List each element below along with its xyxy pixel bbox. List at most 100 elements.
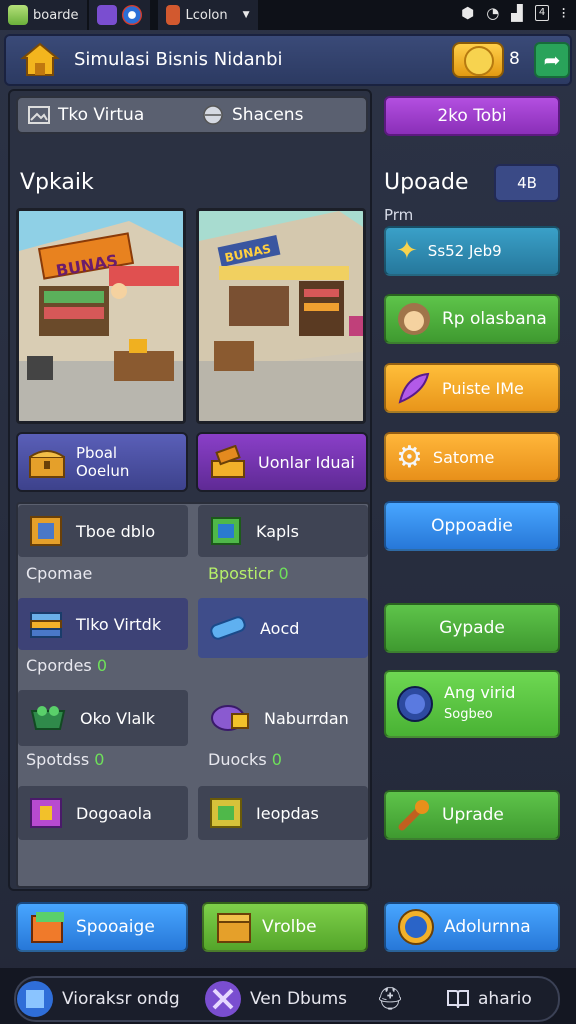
nav-label: ahario: [478, 989, 532, 1009]
cube-nav-icon: [17, 981, 53, 1017]
coin-counter[interactable]: [452, 42, 504, 78]
blue-bar-icon: [210, 616, 246, 640]
item-slot[interactable]: Aocd: [198, 598, 368, 658]
item-label: Aocd: [260, 618, 300, 638]
item-slot[interactable]: Dogoaola: [18, 786, 188, 840]
image-icon: [28, 106, 50, 124]
yellow-crate-icon: [210, 798, 242, 828]
home-logo-icon[interactable]: [20, 41, 60, 79]
status-icons: ⬢ ◔ ▟ 4 ⁝: [461, 4, 566, 22]
nav-item-1[interactable]: Vioraksr ondg: [16, 980, 180, 1018]
item-count: 0: [96, 656, 108, 675]
share-button[interactable]: ➦: [534, 42, 570, 78]
item-caption: Cpordes 0: [26, 656, 107, 675]
item-count: 0: [94, 750, 105, 769]
item-caption-text: Duocks: [208, 750, 267, 769]
button-label: Rp olasbana: [442, 309, 547, 329]
card-2-button-label: Uonlar Iduai: [258, 452, 355, 472]
nav-item-2[interactable]: Ven Dbums: [204, 980, 347, 1018]
item-label: Dogoaola: [76, 803, 152, 823]
card-1-button[interactable]: Pboal Ooelun: [16, 432, 188, 492]
item-label: Oko Vlalk: [80, 708, 156, 728]
status-app-3[interactable]: Lcolon ▼: [157, 0, 258, 30]
shop-card-1[interactable]: BUNAS: [16, 208, 186, 424]
item-caption: Cpomae: [26, 564, 93, 583]
treasure-chest-icon: [29, 450, 65, 478]
button-label: Spooaige: [76, 917, 155, 937]
status-bar: boarde Lcolon ▼ ⬢ ◔ ▟ 4 ⁝: [0, 0, 576, 30]
button-label: Puiste IMe: [442, 378, 524, 398]
item-count: 0: [278, 564, 289, 583]
right-section-title: Upoade: [384, 170, 469, 195]
upgrade-tools-button[interactable]: Uprade: [384, 790, 560, 840]
purple-crate-icon: [30, 798, 62, 828]
cube-app-icon: [8, 5, 28, 25]
settings-button[interactable]: ⚙ Satome: [384, 432, 560, 482]
tab-stations[interactable]: Shacens: [202, 98, 303, 132]
item-slot[interactable]: Tlko Virtdk: [18, 598, 188, 650]
virtual-globe-button[interactable]: Ang virid Sogbeo: [384, 670, 560, 738]
item-slot[interactable]: Ieopdas: [198, 786, 368, 840]
card-1-button-line1: Pboal: [76, 444, 118, 462]
nav-item-3[interactable]: ⛑: [376, 980, 404, 1018]
item-slot[interactable]: Kapls: [198, 505, 368, 557]
tab-virtual[interactable]: Tko Virtua: [28, 98, 144, 132]
signal-icon: ▟: [511, 4, 523, 22]
upgrade-blue-button[interactable]: Oppoadie: [384, 501, 560, 551]
upgrade-stars-button[interactable]: ✦ Ss52 Jeb9: [384, 226, 560, 276]
card-2-button[interactable]: Uonlar Iduai: [196, 432, 368, 492]
green-cart-icon: [30, 706, 66, 730]
wrench-icon: [398, 800, 429, 831]
feather-button[interactable]: Puiste IMe: [384, 363, 560, 413]
settings-dots-icon[interactable]: ⁝: [561, 4, 566, 22]
item-label: Kapls: [256, 521, 299, 541]
tab-label: Shacens: [232, 105, 304, 125]
promo-button[interactable]: 2ko Tobi: [384, 96, 560, 136]
item-caption: Duocks 0: [208, 750, 282, 769]
status-app-1[interactable]: boarde: [0, 0, 87, 30]
coin-value: 8: [509, 49, 520, 69]
bottom-button-2[interactable]: Vrolbe: [202, 902, 368, 952]
item-caption-text: Bposticr: [208, 564, 274, 583]
item-label: Naburrdan: [264, 708, 349, 728]
nav-label: Ven Dbums: [250, 989, 348, 1009]
item-slot[interactable]: Oko Vlalk: [18, 690, 188, 746]
location-icon: ⬢: [461, 4, 475, 22]
bottom-button-3[interactable]: Adolurnna: [384, 902, 560, 952]
nav-item-4[interactable]: ahario: [446, 980, 532, 1018]
book-icon: [447, 990, 469, 1009]
stack-icon: [30, 612, 62, 638]
button-label: Adolurnna: [444, 917, 531, 937]
green-box-icon: [211, 517, 241, 545]
upgrade-green-button[interactable]: Gypade: [384, 603, 560, 653]
button-label: Ss52 Jeb9: [427, 242, 502, 260]
item-caption-text: Cpordes: [26, 656, 92, 675]
box-icon: [217, 913, 251, 943]
item-label: Tlko Virtdk: [76, 614, 162, 634]
purple-app-icon: [96, 5, 117, 25]
item-label: Ieopdas: [256, 803, 319, 823]
status-app-2[interactable]: [88, 0, 150, 30]
item-count: 0: [271, 750, 282, 769]
item-caption: Spotdss 0: [26, 750, 104, 769]
feather-icon: [398, 372, 430, 404]
hat-icon: ⛑: [376, 986, 404, 1012]
character-button[interactable]: Rp olasbana: [384, 294, 560, 344]
orange-app-icon: [165, 5, 181, 25]
card-1-button-line2: Ooelun: [76, 462, 130, 480]
toy-car-icon: [211, 705, 249, 731]
shop-illustration-1: BUNAS: [19, 211, 183, 421]
character-icon: [398, 303, 430, 335]
bottom-button-1[interactable]: Spooaige: [16, 902, 188, 952]
battery-icon: 4: [534, 5, 550, 21]
chrome-app-icon: [121, 5, 142, 25]
header-bar: Simulasi Bisnis Nidanbi 8 ➦: [4, 34, 572, 86]
item-slot[interactable]: Tboe dblo: [18, 505, 188, 557]
button-label: Vrolbe: [262, 917, 317, 937]
chevron-down-icon: ▼: [242, 10, 250, 20]
item-slot[interactable]: Naburrdan: [198, 690, 368, 746]
app-root: boarde Lcolon ▼ ⬢ ◔ ▟ 4 ⁝ Simulasi Bisni…: [0, 0, 576, 1024]
shop-card-2[interactable]: BUNAS: [196, 208, 366, 424]
status-app-label: Lcolon: [185, 7, 228, 23]
left-section-title: Vpkaik: [20, 170, 94, 195]
